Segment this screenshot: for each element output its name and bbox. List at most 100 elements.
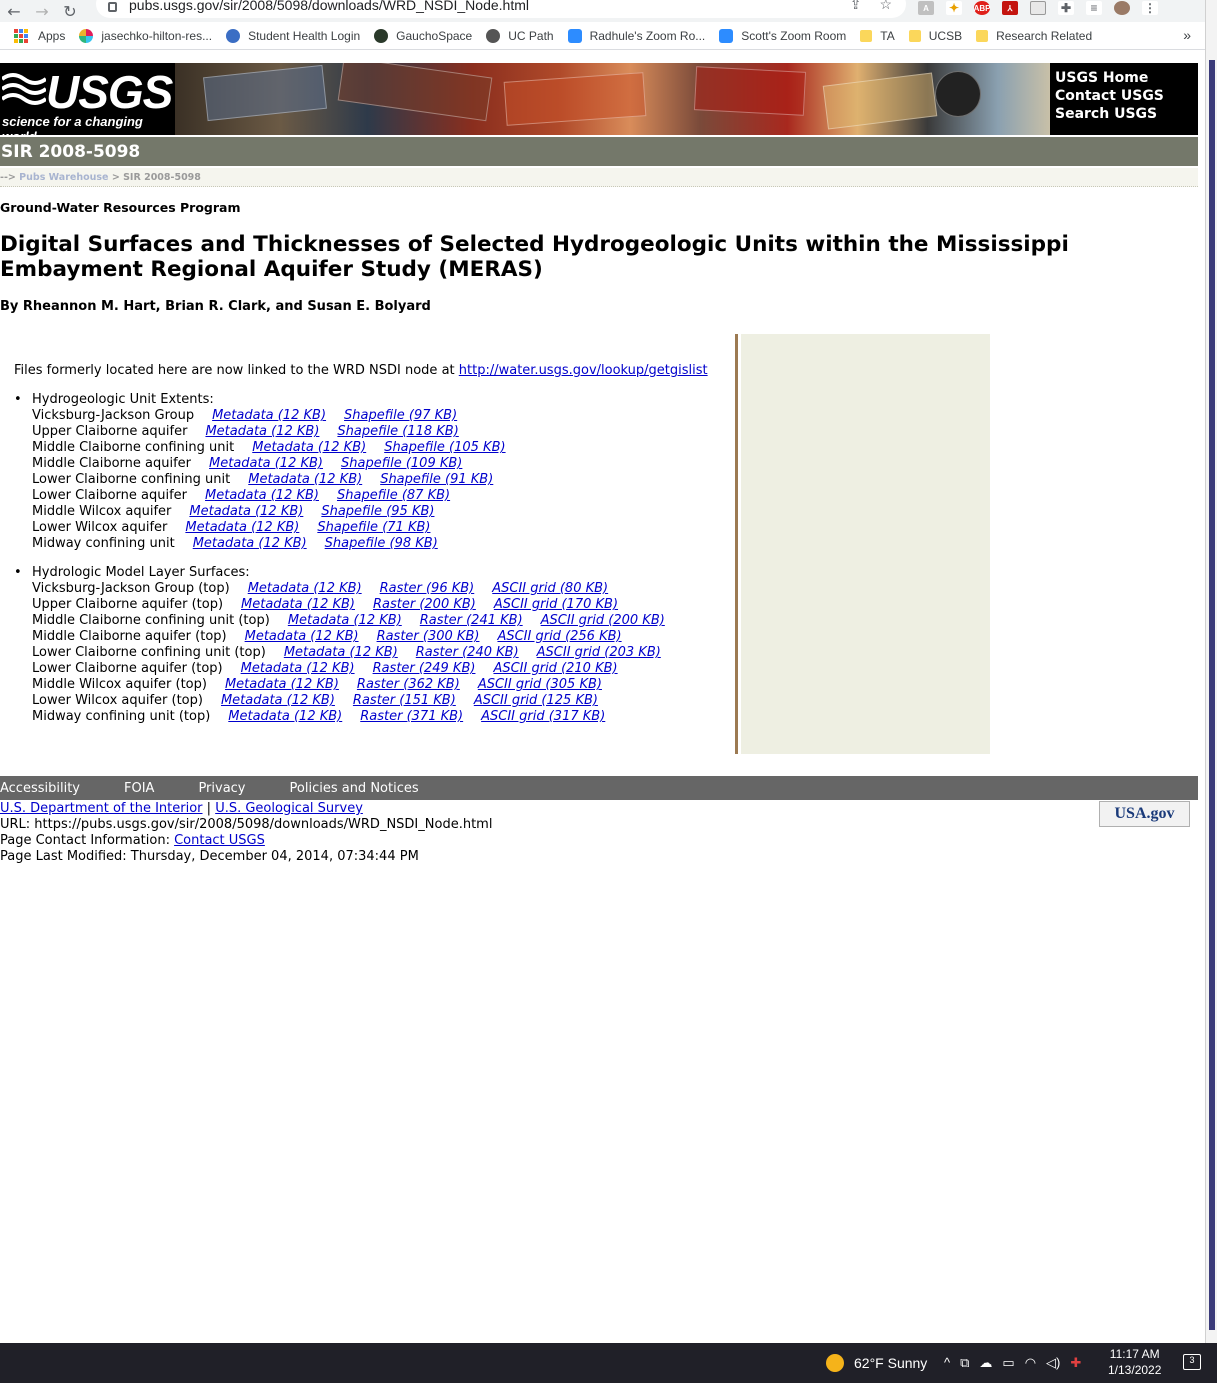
pinwheel-extension-icon[interactable]: ✦ bbox=[946, 1, 962, 15]
adblock-icon[interactable]: ABP bbox=[974, 1, 990, 15]
accessibility-link[interactable]: Accessibility bbox=[0, 781, 80, 796]
address-url[interactable]: pubs.usgs.gov/sir/2008/5098/downloads/WR… bbox=[129, 0, 529, 13]
more-bookmarks-icon[interactable]: » bbox=[1183, 27, 1191, 43]
ascii-link[interactable]: ASCII grid (203 KB) bbox=[537, 645, 661, 661]
bookmark-apps[interactable]: Apps bbox=[14, 28, 65, 43]
usgs-link[interactable]: U.S. Geological Survey bbox=[215, 801, 363, 816]
ascii-link[interactable]: ASCII grid (200 KB) bbox=[541, 613, 665, 629]
bookmark-uc-path[interactable]: UC Path bbox=[486, 28, 554, 43]
back-arrow-icon[interactable]: ← bbox=[0, 0, 28, 22]
usgs-logo[interactable]: USGS science for a changing world bbox=[0, 63, 175, 135]
metadata-link[interactable]: Metadata (12 KB) bbox=[221, 693, 335, 709]
policies-link[interactable]: Policies and Notices bbox=[290, 781, 419, 796]
raster-link[interactable]: Raster (300 KB) bbox=[377, 629, 480, 645]
forward-arrow-icon[interactable]: → bbox=[28, 0, 56, 22]
usagov-logo[interactable]: USA.gov bbox=[1099, 801, 1190, 827]
raster-link[interactable]: Raster (371 KB) bbox=[360, 709, 463, 725]
shapefile-link[interactable]: Shapefile (71 KB) bbox=[317, 520, 430, 536]
reload-icon[interactable]: ↻ bbox=[56, 0, 84, 22]
metadata-link[interactable]: Metadata (12 KB) bbox=[245, 629, 359, 645]
metadata-link[interactable]: Metadata (12 KB) bbox=[241, 597, 355, 613]
share-icon[interactable]: ⇪ bbox=[850, 0, 862, 13]
raster-link[interactable]: Raster (249 KB) bbox=[373, 661, 476, 677]
ascii-link[interactable]: ASCII grid (317 KB) bbox=[481, 709, 605, 725]
shapefile-link[interactable]: Shapefile (109 KB) bbox=[341, 456, 462, 472]
weather-widget[interactable]: 62°F Sunny bbox=[826, 1354, 927, 1372]
bookmark-scott-zoom[interactable]: Scott's Zoom Room bbox=[719, 28, 846, 43]
puzzle-icon[interactable]: ✚ bbox=[1058, 1, 1074, 15]
reading-list-icon[interactable]: ≡ bbox=[1086, 1, 1102, 15]
shapefile-link[interactable]: Shapefile (87 KB) bbox=[337, 488, 450, 504]
metadata-link[interactable]: Metadata (12 KB) bbox=[252, 440, 366, 456]
surfaces-list: Vicksburg-Jackson Group (top) Metadata (1… bbox=[32, 581, 683, 725]
breadcrumb-pubs-warehouse-link[interactable]: Pubs Warehouse bbox=[19, 172, 108, 183]
metadata-link[interactable]: Metadata (12 KB) bbox=[225, 677, 339, 693]
metadata-link[interactable]: Metadata (12 KB) bbox=[228, 709, 342, 725]
raster-link[interactable]: Raster (200 KB) bbox=[373, 597, 476, 613]
shapefile-link[interactable]: Shapefile (118 KB) bbox=[337, 424, 458, 440]
metadata-link[interactable]: Metadata (12 KB) bbox=[288, 613, 402, 629]
bookmark-jasechko[interactable]: jasechko-hilton-res... bbox=[79, 28, 212, 43]
bookmark-radhule-zoom[interactable]: Radhule's Zoom Ro... bbox=[567, 28, 705, 43]
shapefile-link[interactable]: Shapefile (98 KB) bbox=[325, 536, 438, 552]
raster-link[interactable]: Raster (240 KB) bbox=[416, 645, 519, 661]
ascii-link[interactable]: ASCII grid (210 KB) bbox=[493, 661, 617, 677]
contact-usgs-footer-link[interactable]: Contact USGS bbox=[174, 833, 265, 848]
metadata-link[interactable]: Metadata (12 KB) bbox=[248, 581, 362, 597]
raster-link[interactable]: Raster (151 KB) bbox=[353, 693, 456, 709]
pdf-extension-icon[interactable]: ⅄ bbox=[1002, 1, 1018, 15]
raster-link[interactable]: Raster (96 KB) bbox=[380, 581, 475, 597]
shapefile-link[interactable]: Shapefile (105 KB) bbox=[384, 440, 505, 456]
ascii-link[interactable]: ASCII grid (170 KB) bbox=[494, 597, 618, 613]
scrollbar[interactable] bbox=[1209, 60, 1215, 1330]
metadata-link[interactable]: Metadata (12 KB) bbox=[248, 472, 362, 488]
profile-avatar[interactable] bbox=[1114, 1, 1130, 15]
usgs-header-links: USGS Home Contact USGS Search USGS bbox=[1050, 63, 1198, 135]
raster-link[interactable]: Raster (362 KB) bbox=[357, 677, 460, 693]
bookmark-folder-research[interactable]: Research Related bbox=[976, 29, 1092, 43]
ascii-link[interactable]: ASCII grid (305 KB) bbox=[478, 677, 602, 693]
bookmark-gauchospace[interactable]: GauchoSpace bbox=[374, 28, 472, 43]
metadata-link[interactable]: Metadata (12 KB) bbox=[189, 504, 303, 520]
search-usgs-link[interactable]: Search USGS bbox=[1055, 105, 1198, 123]
battery-icon[interactable]: ▭ bbox=[1002, 1355, 1014, 1371]
metadata-link[interactable]: Metadata (12 KB) bbox=[284, 645, 398, 661]
notes-extension-icon[interactable] bbox=[1030, 1, 1046, 15]
bookmark-star-icon[interactable]: ☆ bbox=[879, 0, 892, 13]
ascii-link[interactable]: ASCII grid (256 KB) bbox=[497, 629, 621, 645]
foia-link[interactable]: FOIA bbox=[124, 781, 154, 796]
address-bar[interactable]: pubs.usgs.gov/sir/2008/5098/downloads/WR… bbox=[96, 0, 906, 18]
metadata-link[interactable]: Metadata (12 KB) bbox=[205, 488, 319, 504]
metadata-link[interactable]: Metadata (12 KB) bbox=[185, 520, 299, 536]
extension-icon[interactable]: A bbox=[918, 1, 934, 15]
clock[interactable]: 11:17 AM 1/13/2022 bbox=[1108, 1346, 1161, 1378]
unit-name: Lower Claiborne aquifer (top) bbox=[32, 661, 223, 676]
shapefile-link[interactable]: Shapefile (91 KB) bbox=[380, 472, 493, 488]
notification-icon[interactable]: 3 bbox=[1183, 1354, 1201, 1370]
metadata-link[interactable]: Metadata (12 KB) bbox=[212, 408, 326, 424]
getgislist-link[interactable]: http://water.usgs.gov/lookup/getgislist bbox=[459, 363, 708, 378]
bookmark-student-health[interactable]: Student Health Login bbox=[226, 28, 360, 43]
metadata-link[interactable]: Metadata (12 KB) bbox=[193, 536, 307, 552]
shapefile-link[interactable]: Shapefile (95 KB) bbox=[321, 504, 434, 520]
usgs-home-link[interactable]: USGS Home bbox=[1055, 69, 1198, 87]
wifi-icon[interactable]: ◠ bbox=[1025, 1355, 1036, 1371]
bookmark-folder-ta[interactable]: TA bbox=[860, 29, 895, 43]
chevron-up-icon[interactable]: ^ bbox=[944, 1355, 950, 1371]
menu-dots-icon[interactable]: ⋮ bbox=[1142, 1, 1158, 15]
bookmark-folder-ucsb[interactable]: UCSB bbox=[908, 29, 962, 43]
metadata-link[interactable]: Metadata (12 KB) bbox=[205, 424, 319, 440]
ascii-link[interactable]: ASCII grid (80 KB) bbox=[492, 581, 608, 597]
metadata-link[interactable]: Metadata (12 KB) bbox=[241, 661, 355, 677]
meet-icon[interactable]: ⧉ bbox=[960, 1355, 969, 1371]
ascii-link[interactable]: ASCII grid (125 KB) bbox=[474, 693, 598, 709]
volume-icon[interactable]: ◁) bbox=[1046, 1355, 1060, 1371]
shapefile-link[interactable]: Shapefile (97 KB) bbox=[344, 408, 457, 424]
metadata-link[interactable]: Metadata (12 KB) bbox=[209, 456, 323, 472]
contact-usgs-link[interactable]: Contact USGS bbox=[1055, 87, 1198, 105]
raster-link[interactable]: Raster (241 KB) bbox=[420, 613, 523, 629]
cloud-icon[interactable]: ☁ bbox=[979, 1355, 992, 1371]
privacy-link[interactable]: Privacy bbox=[198, 781, 245, 796]
app-tray-icon[interactable]: ✚ bbox=[1070, 1355, 1081, 1371]
doi-link[interactable]: U.S. Department of the Interior bbox=[0, 801, 203, 816]
